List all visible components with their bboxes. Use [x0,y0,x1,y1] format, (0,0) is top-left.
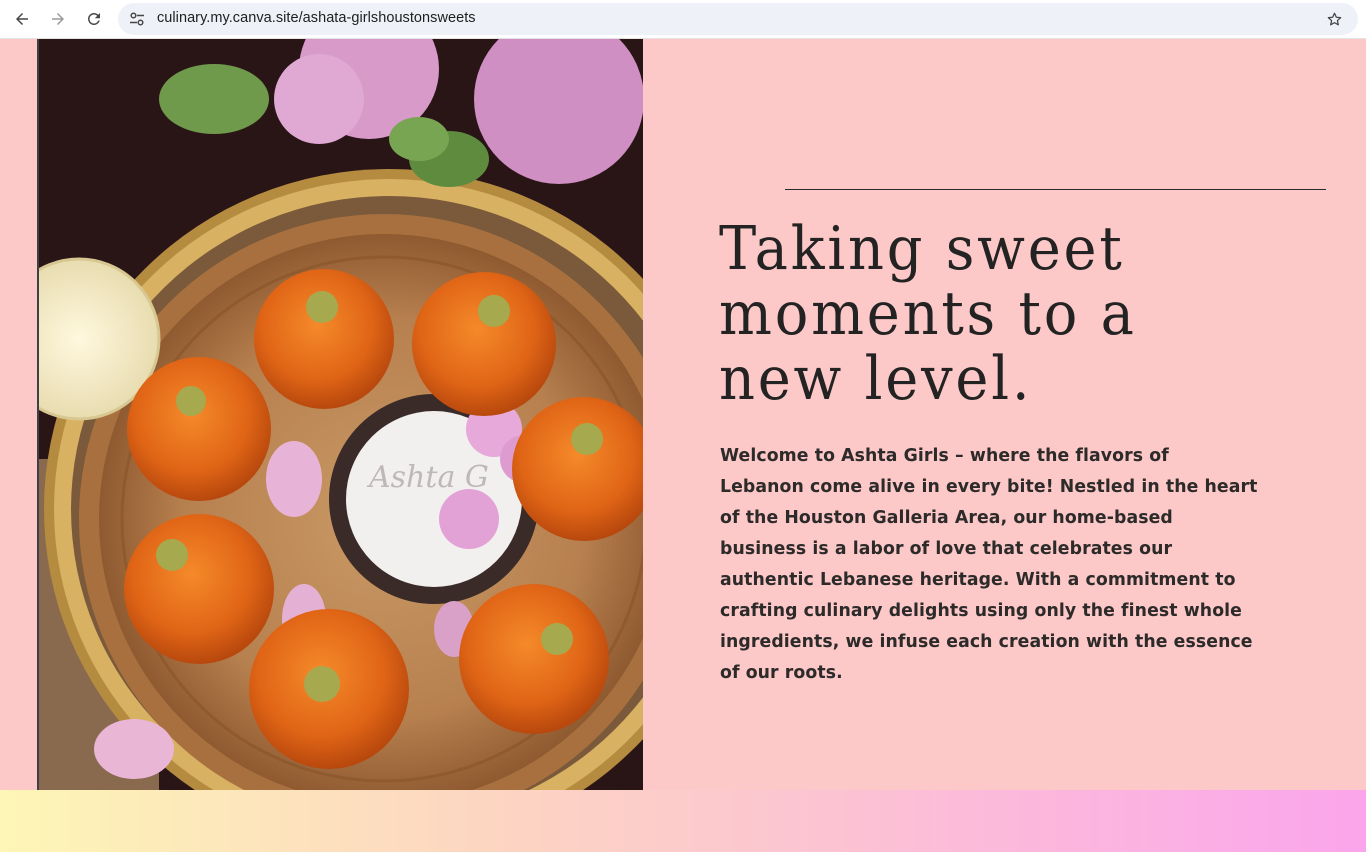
address-bar[interactable]: culinary.my.canva.site/ashata-girlshoust… [118,3,1358,35]
intro-paragraph: Welcome to Ashta Girls – where the flavo… [720,445,1258,683]
tune-icon[interactable] [127,9,147,29]
page-content: Ashta G Taking sweet moments to a new le… [0,39,1366,852]
browser-toolbar: culinary.my.canva.site/ashata-girlshoust… [0,0,1366,39]
forward-button[interactable] [44,5,72,33]
kunafa-tray-image: Ashta G [39,39,643,790]
arrow-left-icon [16,13,28,25]
reload-button[interactable] [80,5,108,33]
star-icon[interactable] [1324,9,1344,29]
url-text[interactable]: culinary.my.canva.site/ashata-girlshoust… [157,10,476,26]
divider-line [785,189,1326,190]
gradient-band [0,790,1366,852]
hero-photo: Ashta G [37,39,643,790]
arrow-right-icon [52,13,64,25]
reload-icon [87,12,100,25]
back-button[interactable] [8,5,36,33]
page-title: Taking sweet moments to a new level. [719,214,1137,414]
